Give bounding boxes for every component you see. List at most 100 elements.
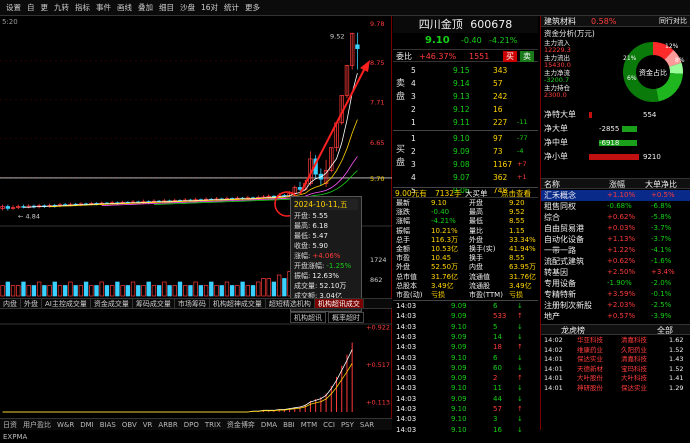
toolbar-item[interactable]: 16对 <box>198 0 221 16</box>
tick-row[interactable]: 14:03 9.09 14 ↓ <box>393 332 538 342</box>
toolbar-item[interactable]: 细目 <box>156 0 177 16</box>
sell-level[interactable]: 3 9.13 242 <box>393 90 538 103</box>
toolbar-item[interactable]: 画线 <box>114 0 135 16</box>
buy-level[interactable]: 2 9.09 73 -4 <box>393 145 538 158</box>
buy-button[interactable]: 买 <box>503 51 517 62</box>
indicator-tab[interactable]: 超短精选机构 <box>266 299 315 308</box>
lhb-row[interactable]: 14:01 保达实业 清嘉科技 1.43 <box>541 355 690 364</box>
tick-row[interactable]: 14:03 9.10 57 ↑ <box>393 404 538 414</box>
sell-level[interactable]: 4 9.14 57 <box>393 77 538 90</box>
bottom-tab[interactable]: CCI <box>320 419 338 431</box>
lhb-filter[interactable]: 全部 <box>657 325 673 336</box>
indicator-tab[interactable]: AI主控成交量 <box>42 299 91 308</box>
lhb-row[interactable]: 14:02 维康药业 久阳药业 1.52 <box>541 346 690 355</box>
tick-row[interactable]: 14:03 9.09 6 ↓ <box>393 301 538 311</box>
toolbar-item[interactable]: 更 <box>38 0 52 16</box>
bottom-indicator-tabs[interactable]: 日资 用户盈比 W&R DMI BIAS OBV VR ARBR DPO TRIX 资金博弈 DMA B… <box>0 418 392 441</box>
bottom-tab[interactable]: 日资 <box>0 419 20 431</box>
lhb-row[interactable]: 14:01 天德新材 宝玛科技 1.52 <box>541 365 690 374</box>
tooltip-key: 开盘: <box>294 212 311 220</box>
toolbar-item[interactable]: 叠加 <box>135 0 156 16</box>
buy-level[interactable]: 1 9.10 97 -77 <box>393 132 538 145</box>
indicator-tab[interactable]: 筹码成交量 <box>133 299 175 308</box>
kline-chart-area[interactable]: 9.78 8.75 7.71 6.65 5.70 ← 4.84 9.52 1724 862 +0.… <box>0 16 392 430</box>
tick-row[interactable]: 14:03 9.10 5 ↓ <box>393 322 538 332</box>
toolbar-item[interactable]: 设置 <box>3 0 24 16</box>
indicator-tab[interactable]: 内盘 <box>0 299 21 308</box>
lhb-row[interactable]: 14:02 华亚科技 清嘉科技 1.62 <box>541 336 690 345</box>
bottom-tab[interactable]: 资金博弈 <box>224 419 258 431</box>
indicator-tab[interactable]: 机构超讯成交 <box>314 299 364 308</box>
bottom-tab[interactable]: DPO <box>181 419 202 431</box>
quote-key: 外盘 <box>469 235 483 244</box>
bottom-tab[interactable]: DMA <box>258 419 280 431</box>
lhb-row[interactable]: 14:01 神研股份 保达实业 1.29 <box>541 384 690 393</box>
concept-row[interactable]: 综合 +0.62% -5.8% <box>541 212 690 223</box>
concept-row[interactable]: 注册制次新股 +2.03% -2.5% <box>541 300 690 311</box>
sector-name[interactable]: 建筑材料 <box>544 16 576 27</box>
sell-button[interactable]: 卖 <box>520 51 534 62</box>
concept-row[interactable]: 专用设备 -1.90% -2.0% <box>541 278 690 289</box>
bottom-tab[interactable]: 用户盈比 <box>20 419 54 431</box>
toolbar-item[interactable]: 指标 <box>72 0 93 16</box>
bottom-tab[interactable]: SAR <box>357 419 377 431</box>
sell-level[interactable]: 5 9.15 343 <box>393 64 538 77</box>
bottom-tab[interactable]: BIAS <box>97 419 119 431</box>
concept-row[interactable]: 租售同权 -0.68% -6.8% <box>541 201 690 212</box>
peer-compare-link[interactable]: 同行对比 <box>659 16 687 27</box>
tick-row[interactable]: 14:03 9.09 44 ↓ <box>393 394 538 404</box>
concept-row[interactable]: 一带一路 +1.22% -4.1% <box>541 245 690 256</box>
bottom-tab[interactable]: BBI <box>280 419 298 431</box>
tick-list[interactable]: 14:03 9.09 6 ↓ 14:03 9.09 533 ↑ 14:03 9.10 5 ↓ 14:03… <box>393 300 538 434</box>
level-price: 9.13 <box>453 92 470 101</box>
indicator-sub-tabs[interactable]: 机构超讯 概率超时 <box>290 312 366 323</box>
tick-volume: 11 <box>493 384 502 393</box>
concept-row[interactable]: 专精特新 +3.59% -0.1% <box>541 289 690 300</box>
toolbar-item[interactable]: 沙盘 <box>177 0 198 16</box>
tick-row[interactable]: 14:03 9.09 60 ↓ <box>393 363 538 373</box>
bottom-tab[interactable]: MTM <box>298 419 320 431</box>
indicator-sub-tab[interactable]: 概率超时 <box>328 312 364 323</box>
tick-row[interactable]: 14:03 9.09 533 ↑ <box>393 311 538 321</box>
bottom-tab[interactable]: W&R <box>54 419 77 431</box>
sell-level[interactable]: 1 9.11 227 -11 <box>393 116 538 129</box>
concept-row[interactable]: 转基因 +2.50% +3.4% <box>541 267 690 278</box>
concept-row[interactable]: 地产 +0.57% -3.9% <box>541 311 690 322</box>
bottom-tab[interactable]: ARBR <box>155 419 180 431</box>
big-order-link[interactable]: 点击查看 <box>501 188 531 199</box>
tick-row[interactable]: 14:03 9.10 3 ↓ <box>393 414 538 424</box>
bottom-tab[interactable]: DMI <box>77 419 97 431</box>
toolbar-item[interactable]: 更多 <box>242 0 263 16</box>
concept-row[interactable]: 汇禾概念 +1.10% +0.5% <box>541 190 690 201</box>
toolbar-item[interactable]: 事件 <box>93 0 114 16</box>
toolbar-item[interactable]: 统计 <box>221 0 242 16</box>
bottom-tab[interactable]: EXPMA <box>0 431 30 443</box>
concept-row[interactable]: 自动化设备 +1.13% -3.7% <box>541 234 690 245</box>
indicator-tab[interactable]: 资金成交量 <box>91 299 133 308</box>
toolbar-item[interactable]: 九转 <box>51 0 72 16</box>
indicator-tab[interactable]: 市场筹码 <box>175 299 210 308</box>
toolbar-item[interactable]: 自 <box>24 0 38 16</box>
indicator-tab[interactable]: 外盘 <box>21 299 42 308</box>
volume-bar <box>266 278 271 297</box>
tick-row[interactable]: 14:03 9.10 6 ↓ <box>393 353 538 363</box>
tick-row[interactable]: 14:03 9.09 18 ↑ <box>393 342 538 352</box>
concept-row[interactable]: 自由贸易港 +0.03% -3.7% <box>541 223 690 234</box>
bottom-tab[interactable]: VR <box>140 419 156 431</box>
tick-row[interactable]: 14:03 9.10 11 ↓ <box>393 383 538 393</box>
bottom-tab[interactable]: OBV <box>119 419 140 431</box>
bottom-tab[interactable]: TRIX <box>202 419 224 431</box>
big-order-bar[interactable]: 9.00元有 7132手 大买单 点击查看 <box>393 187 538 198</box>
indicator-tab[interactable]: 机构超神成交量 <box>210 299 266 308</box>
buy-level[interactable]: 3 9.08 1167 +7 <box>393 158 538 171</box>
concept-row[interactable]: 流配式建筑 +0.62% -1.6% <box>541 256 690 267</box>
indicator-tabs[interactable]: 内盘 外盘 AI主控成交量 资金成交量 筹码成交量 市场筹码 机构超神成交量 超短精选机构 机构… <box>0 298 392 309</box>
sell-level[interactable]: 2 9.12 16 <box>393 103 538 116</box>
quote-val: 31.76亿 <box>509 272 537 281</box>
tick-row[interactable]: 14:03 9.09 2 ↑ <box>393 373 538 383</box>
lhb-row[interactable]: 14:01 大叶股份 大叶科技 1.41 <box>541 374 690 383</box>
buy-level[interactable]: 4 9.07 362 +1 <box>393 171 538 184</box>
tooltip-key: 振幅: <box>294 272 311 280</box>
bottom-tab[interactable]: PSY <box>338 419 357 431</box>
indicator-sub-tab[interactable]: 机构超讯 <box>290 312 326 323</box>
